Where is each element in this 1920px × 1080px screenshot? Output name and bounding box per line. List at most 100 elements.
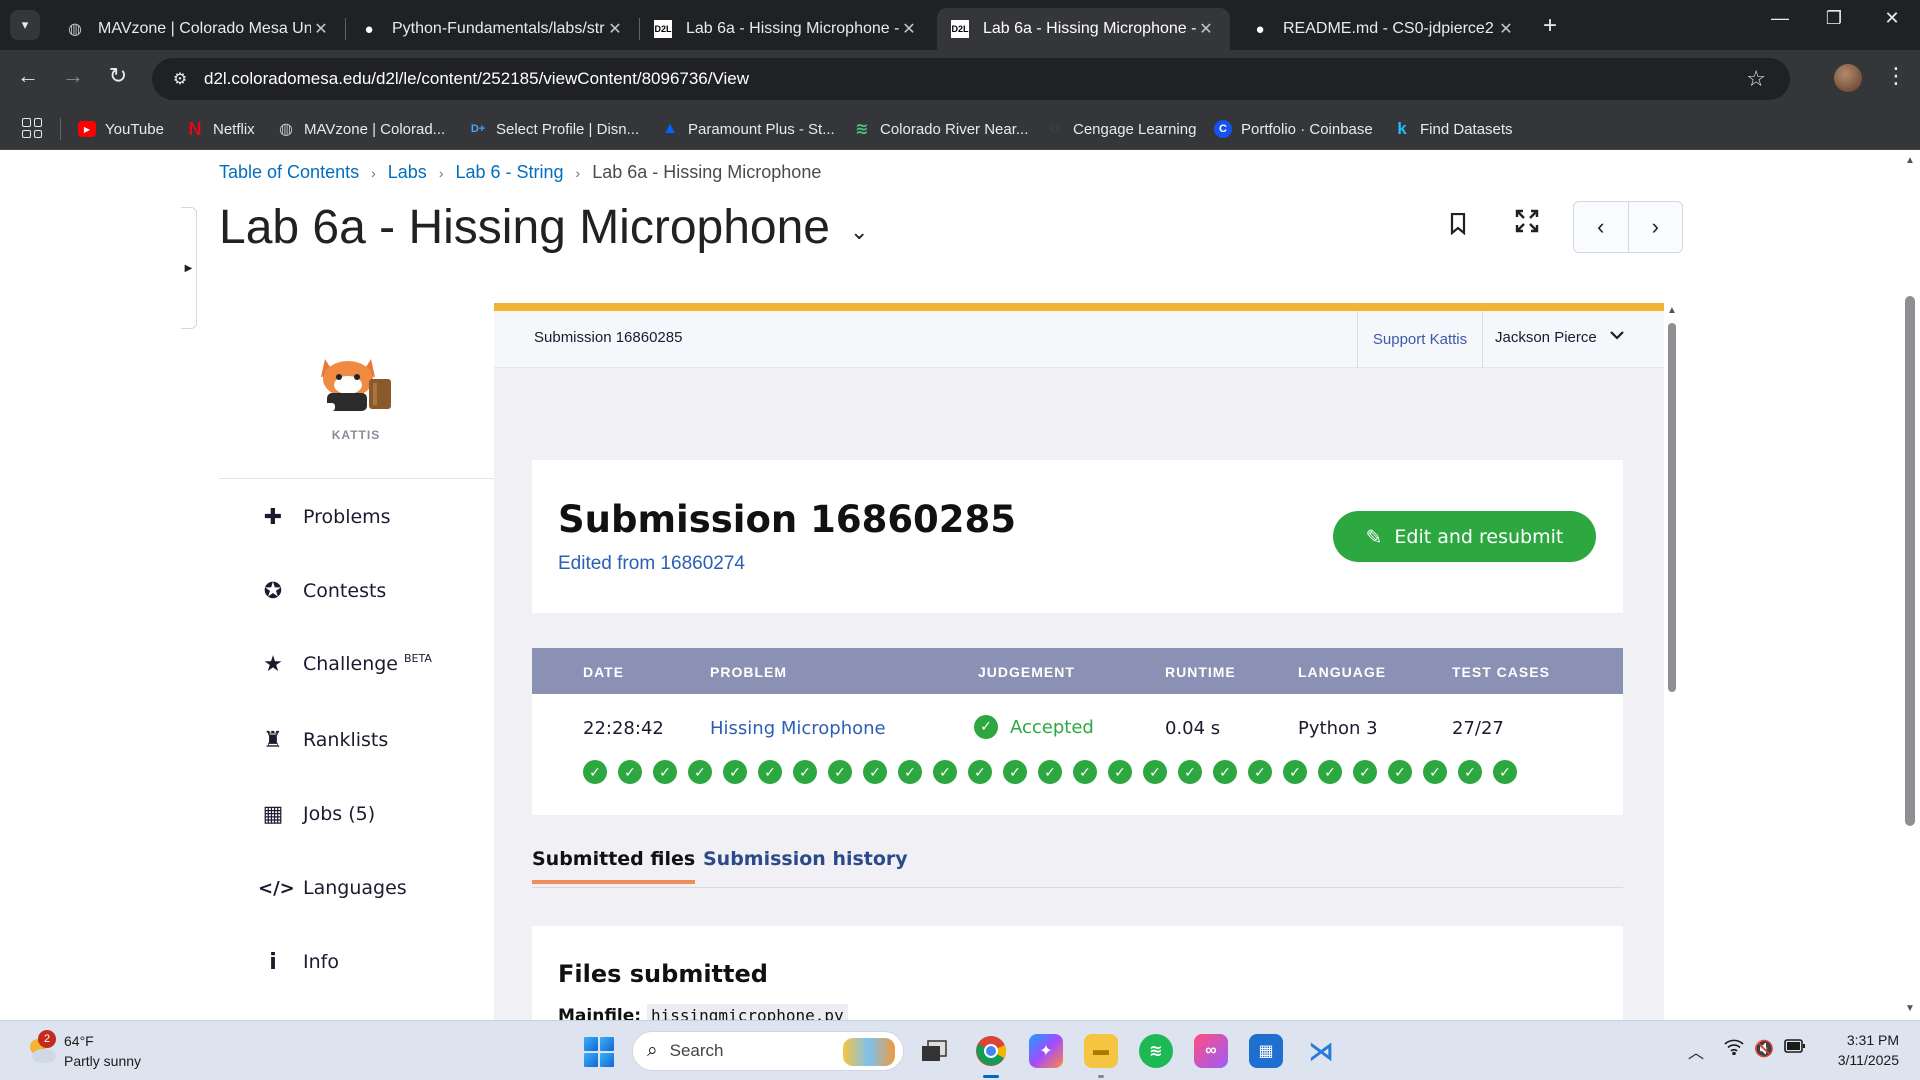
file-explorer-icon[interactable]: ▬ xyxy=(1084,1034,1118,1068)
minimize-button[interactable]: — xyxy=(1760,8,1800,29)
chevron-down-icon[interactable]: ⌄ xyxy=(850,219,868,245)
new-tab-button[interactable]: + xyxy=(1543,12,1557,40)
site-settings-icon[interactable]: ⚙ xyxy=(162,69,198,89)
bookmark-disney[interactable]: D+ Select Profile | Disn... xyxy=(469,117,639,141)
page-scrollbar[interactable]: ▲ ▼ xyxy=(1900,151,1920,1020)
user-menu[interactable]: Jackson Pierce xyxy=(1495,329,1597,346)
tab-submission-history[interactable]: Submission history xyxy=(703,848,908,880)
windows-start-icon[interactable] xyxy=(584,1037,614,1067)
wifi-icon[interactable] xyxy=(1724,1039,1744,1060)
menu-languages[interactable]: </> Languages xyxy=(258,868,407,908)
close-tab-icon[interactable]: ✕ xyxy=(1196,19,1216,39)
edit-resubmit-button[interactable]: ✎ Edit and resubmit xyxy=(1333,511,1596,562)
test-case-pass-icon: ✓ xyxy=(1248,760,1272,784)
browser-tab-active[interactable]: D2L Lab 6a - Hissing Microphone - C ✕ xyxy=(937,8,1230,50)
weather-desc[interactable]: Partly sunny xyxy=(64,1053,141,1069)
kattis-logo[interactable] xyxy=(313,351,399,413)
frame-scrollbar[interactable]: ▲ xyxy=(1664,303,1680,1020)
close-tab-icon[interactable]: ✕ xyxy=(311,19,331,39)
test-case-pass-icon: ✓ xyxy=(1318,760,1342,784)
chrome-icon[interactable] xyxy=(974,1034,1008,1068)
menu-ranklists[interactable]: ♜ Ranklists xyxy=(258,720,388,760)
scroll-thumb[interactable] xyxy=(1668,323,1676,692)
next-topic-button[interactable]: › xyxy=(1629,202,1683,252)
scroll-up-icon[interactable]: ▲ xyxy=(1667,305,1677,316)
menu-jobs[interactable]: ▦ Jobs (5) xyxy=(258,794,376,834)
browser-tab[interactable]: ◍ MAVzone | Colorado Mesa Univ ✕ xyxy=(52,8,345,50)
breadcrumb-link[interactable]: Labs xyxy=(388,162,427,183)
weather-temp[interactable]: 64°F xyxy=(64,1033,94,1049)
url-text[interactable]: d2l.coloradomesa.edu/d2l/le/content/2521… xyxy=(204,69,749,89)
close-tab-icon[interactable]: ✕ xyxy=(899,19,919,39)
bookmark-colorado-river[interactable]: ≋ Colorado River Near... xyxy=(853,117,1028,141)
browser-menu-icon[interactable]: ⋮ xyxy=(1885,63,1907,89)
clock-time[interactable]: 3:31 PM xyxy=(1843,1032,1899,1048)
menu-problems[interactable]: ✚ Problems xyxy=(258,497,391,537)
scroll-down-icon[interactable]: ▼ xyxy=(1905,1003,1915,1014)
reload-button[interactable]: ↻ xyxy=(103,63,133,89)
close-tab-icon[interactable]: ✕ xyxy=(605,19,625,39)
bookmark-netflix[interactable]: N Netflix xyxy=(186,117,255,141)
vscode-icon[interactable]: ⋊ xyxy=(1304,1034,1338,1068)
trophy-icon: ♜ xyxy=(263,727,283,753)
spotify-icon[interactable]: ≋ xyxy=(1139,1034,1173,1068)
forward-button[interactable]: → xyxy=(58,63,88,89)
task-view-icon[interactable] xyxy=(917,1034,951,1068)
apps-grid-icon[interactable] xyxy=(22,118,42,138)
netflix-icon: N xyxy=(188,118,202,139)
bookmark-mavzone[interactable]: ◍ MAVzone | Colorad... xyxy=(277,117,445,141)
chevron-up-icon[interactable]: ︿ xyxy=(1688,1039,1704,1063)
menu-contests[interactable]: ✪ Contests xyxy=(258,571,387,611)
copilot-icon[interactable]: ✦ xyxy=(1029,1034,1063,1068)
arrow-left-icon: ← xyxy=(17,63,39,88)
sidebar-toggle[interactable]: ▶ xyxy=(181,207,197,329)
back-button[interactable]: ← xyxy=(13,63,43,89)
previous-topic-button[interactable]: ‹ xyxy=(1574,202,1629,252)
menu-challenge[interactable]: ★ Challenge BETA xyxy=(258,644,432,684)
code-icon: </> xyxy=(258,877,295,899)
test-case-pass-icon: ✓ xyxy=(1353,760,1377,784)
bookmark-paramount[interactable]: ▲ Paramount Plus - St... xyxy=(661,117,835,141)
volume-muted-icon[interactable]: 🔇 xyxy=(1754,1039,1774,1059)
scroll-thumb[interactable] xyxy=(1905,296,1915,826)
tab-submitted-files[interactable]: Submitted files xyxy=(532,848,696,884)
test-case-pass-icon: ✓ xyxy=(688,760,712,784)
battery-icon[interactable] xyxy=(1784,1039,1806,1058)
close-tab-icon[interactable]: ✕ xyxy=(1496,19,1516,39)
tab-search-button[interactable]: ▾ xyxy=(10,10,40,40)
scroll-up-icon[interactable]: ▲ xyxy=(1905,155,1915,166)
tab-title: README.md - CS0-jdpierce2 [C xyxy=(1283,20,1496,37)
bookmark-find-datasets[interactable]: k Find Datasets xyxy=(1393,117,1512,141)
chevron-down-icon[interactable] xyxy=(1610,327,1624,343)
restore-button[interactable]: ❐ xyxy=(1814,8,1854,29)
cell-date: 22:28:42 xyxy=(583,718,664,739)
support-kattis-link[interactable]: Support Kattis xyxy=(1357,311,1483,368)
submission-card: Submission 16860285 Edited from 16860274… xyxy=(532,460,1623,613)
profile-avatar[interactable] xyxy=(1834,64,1862,92)
close-window-button[interactable]: ✕ xyxy=(1872,8,1912,29)
d2l-icon: D2L xyxy=(951,20,969,38)
menu-info[interactable]: i Info xyxy=(258,942,339,982)
fullscreen-icon[interactable] xyxy=(1515,209,1539,240)
browser-tab[interactable]: ● README.md - CS0-jdpierce2 [C ✕ xyxy=(1237,8,1530,50)
breadcrumb-link[interactable]: Lab 6 - String xyxy=(455,162,563,183)
bookmark-star-icon[interactable]: ☆ xyxy=(1746,66,1766,92)
address-bar[interactable]: ⚙ d2l.coloradomesa.edu/d2l/le/content/25… xyxy=(152,58,1790,100)
bookmark-icon[interactable] xyxy=(1450,212,1466,241)
taskbar-search[interactable]: ⌕ Search xyxy=(632,1031,904,1071)
clock-date[interactable]: 3/11/2025 xyxy=(1826,1052,1899,1068)
creative-cloud-icon[interactable]: ∞ xyxy=(1194,1034,1228,1068)
microsoft-store-icon[interactable]: ▦ xyxy=(1249,1034,1283,1068)
bookmark-cengage[interactable]: ◌ Cengage Learning xyxy=(1046,117,1196,141)
test-case-pass-icon: ✓ xyxy=(828,760,852,784)
bookmark-youtube[interactable]: ▶ YouTube xyxy=(78,117,164,141)
cell-problem-link[interactable]: Hissing Microphone xyxy=(710,718,886,739)
edited-from-link[interactable]: Edited from 16860274 xyxy=(558,553,745,575)
browser-tab[interactable]: D2L Lab 6a - Hissing Microphone - C ✕ xyxy=(640,8,933,50)
breadcrumb-link[interactable]: Table of Contents xyxy=(219,162,359,183)
bookmark-coinbase[interactable]: C Portfolio · Coinbase xyxy=(1214,117,1373,141)
browser-tab[interactable]: ● Python-Fundamentals/labs/strin ✕ xyxy=(346,8,639,50)
github-icon: ● xyxy=(364,20,374,38)
page-title[interactable]: Lab 6a - Hissing Microphone ⌄ xyxy=(219,200,868,255)
test-case-pass-icon: ✓ xyxy=(1073,760,1097,784)
